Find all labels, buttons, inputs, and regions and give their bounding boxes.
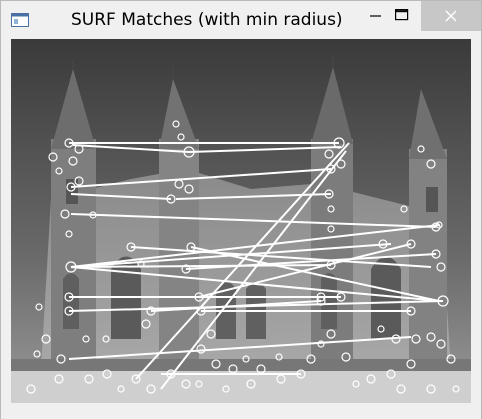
maximize-button[interactable] — [379, 1, 425, 29]
maximize-icon — [395, 9, 409, 21]
surf-matches-image — [11, 39, 471, 403]
window-title: SURF Matches (with min radius) — [71, 10, 343, 30]
app-window-icon — [11, 12, 29, 27]
close-button[interactable] — [421, 1, 481, 31]
close-icon — [445, 10, 457, 22]
title-bar[interactable]: SURF Matches (with min radius) — [1, 1, 481, 39]
image-canvas — [11, 39, 471, 403]
window-bottom-margin — [1, 403, 481, 419]
app-window: SURF Matches (with min radius) — [0, 0, 482, 419]
